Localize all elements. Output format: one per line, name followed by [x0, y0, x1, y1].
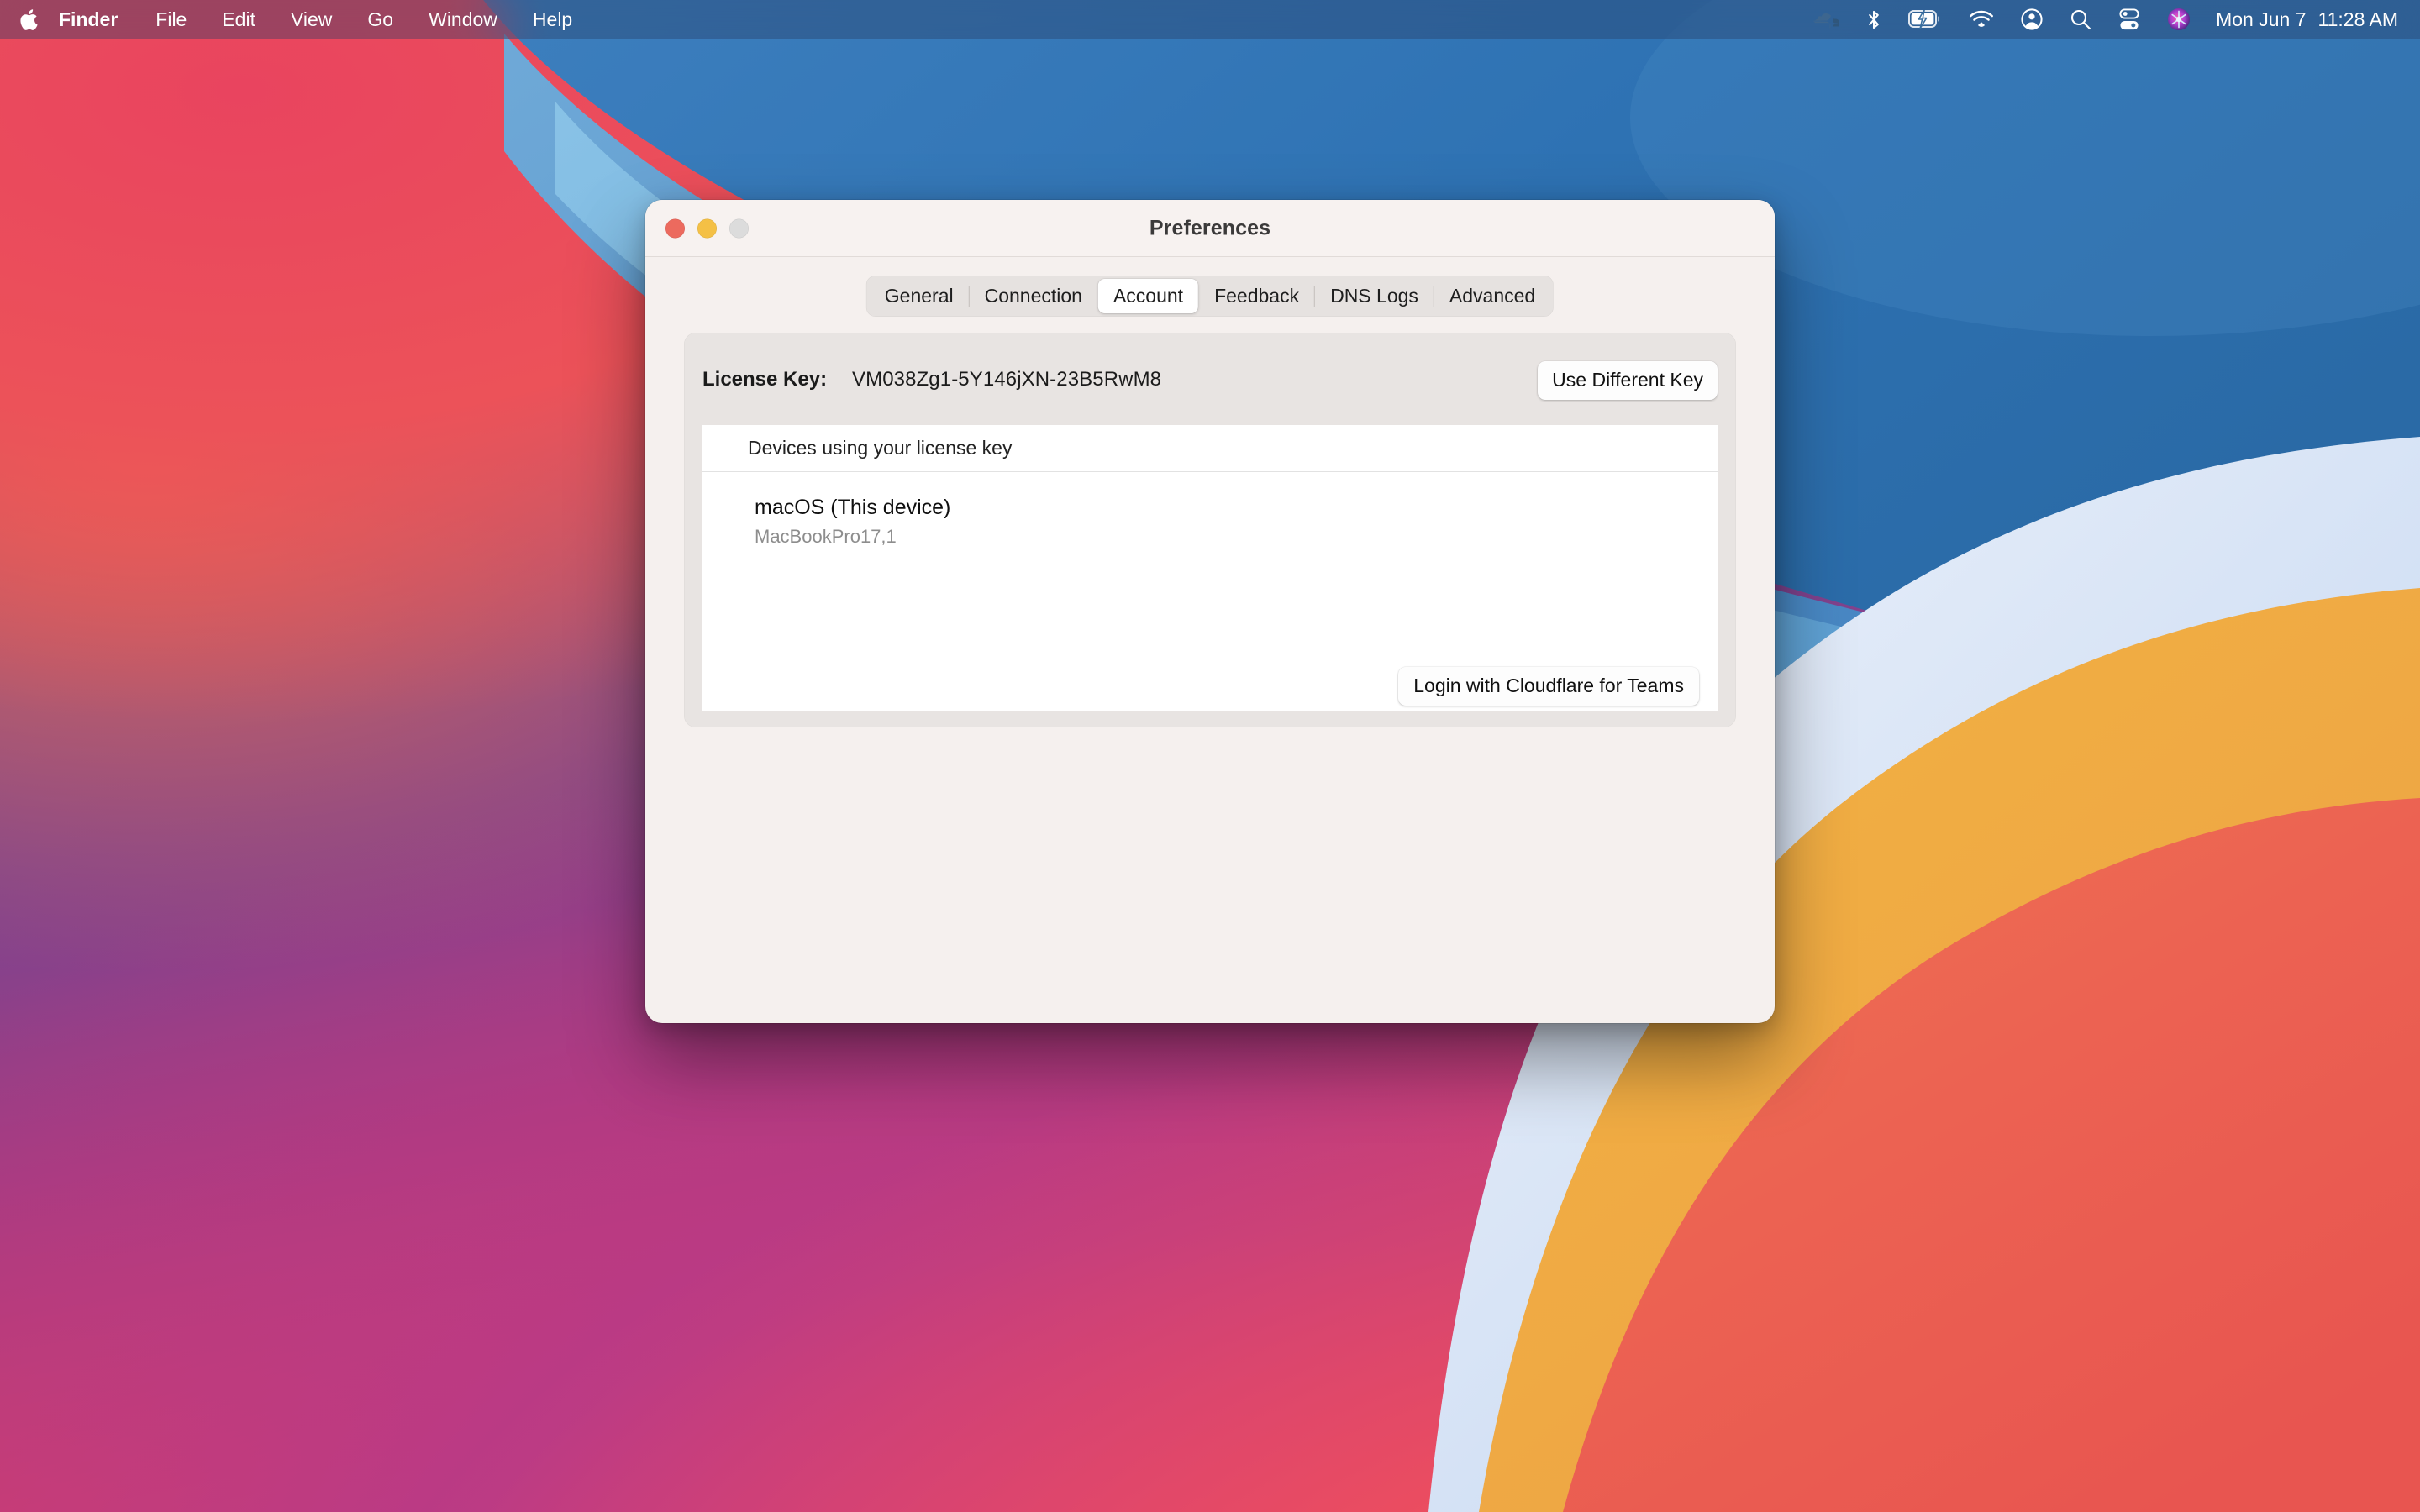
cloudflare-warp-icon[interactable] [1799, 0, 1853, 39]
menu-item-window[interactable]: Window [411, 0, 515, 39]
bluetooth-icon[interactable] [1853, 0, 1895, 39]
account-content-inner: License Key: VM038Zg1-5Y146jXN-23B5RwM8 … [702, 333, 1718, 727]
account-footer: Login with Cloudflare for Teams [1398, 667, 1699, 706]
menu-item-view[interactable]: View [273, 0, 350, 39]
menu-item-go[interactable]: Go [350, 0, 411, 39]
tab-advanced[interactable]: Advanced [1434, 279, 1550, 313]
tab-dns-logs[interactable]: DNS Logs [1315, 279, 1434, 313]
control-center-icon[interactable] [2105, 0, 2154, 39]
device-list-header-label: Devices using your license key [748, 437, 1012, 459]
menubar-status-group: Mon Jun 7 11:28 AM [1799, 0, 2420, 39]
license-key-row: License Key: VM038Zg1-5Y146jXN-23B5RwM8 … [702, 365, 1718, 403]
device-name: macOS (This device) [755, 494, 1718, 522]
device-model: MacBookPro17,1 [755, 524, 1718, 550]
license-key-label: License Key: [702, 368, 827, 391]
device-list-header: Devices using your license key [702, 425, 1718, 472]
menu-item-finder[interactable]: Finder [57, 0, 138, 39]
clock-date: Mon Jun 7 [2216, 8, 2306, 31]
tab-feedback[interactable]: Feedback [1199, 279, 1314, 313]
desktop-background: Finder File Edit View Go Window Help [0, 0, 2420, 1512]
menu-item-edit[interactable]: Edit [204, 0, 273, 39]
device-rows: macOS (This device) MacBookPro17,1 [702, 472, 1718, 554]
menu-item-help[interactable]: Help [515, 0, 590, 39]
preferences-tabbar[interactable]: General Connection Account Feedback DNS … [866, 276, 1554, 317]
battery-charging-icon[interactable] [1895, 0, 1955, 39]
license-key-value: VM038Zg1-5Y146jXN-23B5RwM8 [852, 368, 1161, 391]
wifi-icon[interactable] [1955, 0, 2007, 39]
tab-connection[interactable]: Connection [970, 279, 1097, 313]
tabbar-zone: General Connection Account Feedback DNS … [645, 257, 1775, 306]
device-list-item[interactable]: macOS (This device) MacBookPro17,1 [702, 487, 1718, 554]
login-with-cloudflare-for-teams-button[interactable]: Login with Cloudflare for Teams [1398, 667, 1699, 706]
clock-time: 11:28 AM [2318, 8, 2398, 31]
menubar-clock[interactable]: Mon Jun 7 11:28 AM [2204, 0, 2398, 39]
window-title: Preferences [645, 216, 1775, 240]
search-icon[interactable] [2056, 0, 2105, 39]
apple-logo-icon[interactable] [0, 0, 57, 39]
preferences-window[interactable]: Preferences General Connection Account F… [645, 200, 1775, 1023]
menubar-left-group: Finder File Edit View Go Window Help [0, 0, 590, 39]
tab-account[interactable]: Account [1098, 279, 1198, 313]
window-titlebar[interactable]: Preferences [645, 200, 1775, 257]
use-different-key-button[interactable]: Use Different Key [1538, 361, 1718, 400]
user-account-icon[interactable] [2007, 0, 2056, 39]
siri-icon[interactable] [2154, 0, 2204, 39]
macos-menubar[interactable]: Finder File Edit View Go Window Help [0, 0, 2420, 39]
menu-item-file[interactable]: File [138, 0, 204, 39]
account-content-panel: License Key: VM038Zg1-5Y146jXN-23B5RwM8 … [684, 333, 1736, 727]
tab-general[interactable]: General [870, 279, 969, 313]
